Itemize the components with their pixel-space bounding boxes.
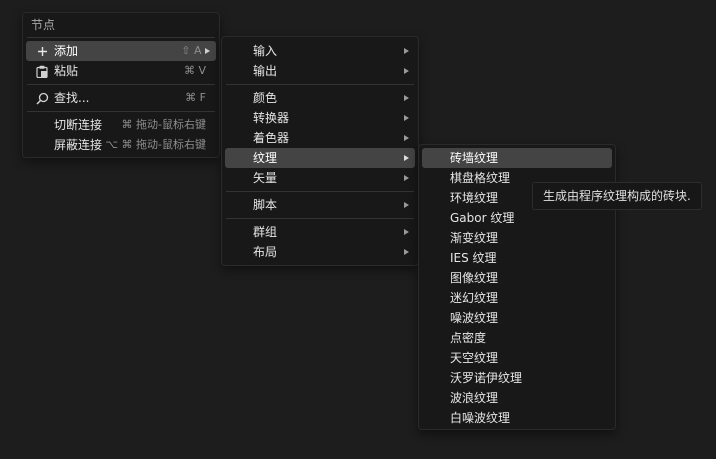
menu-item-converter[interactable]: 转换器 xyxy=(225,108,415,128)
search-icon xyxy=(34,88,50,108)
menu-separator xyxy=(226,84,414,85)
menu-item-label: 棋盘格纹理 xyxy=(450,171,511,185)
menu-item-color[interactable]: 颜色 xyxy=(225,88,415,108)
menu-item-label: 着色器 xyxy=(253,131,290,145)
submenu-arrow-icon xyxy=(404,68,409,74)
menu-separator xyxy=(27,37,215,38)
menu-item-output[interactable]: 输出 xyxy=(225,61,415,81)
menu-item-input[interactable]: 输入 xyxy=(225,41,415,61)
menu-item-image-texture[interactable]: 图像纹理 xyxy=(422,268,612,288)
clipboard-icon xyxy=(34,61,50,81)
menu-title: 节点 xyxy=(31,18,56,32)
submenu-arrow-icon xyxy=(404,175,409,181)
menu-item-voronoi-texture[interactable]: 沃罗诺伊纹理 xyxy=(422,368,612,388)
menu-item-label: 查找... xyxy=(54,91,90,105)
tooltip-text: 生成由程序纹理构成的砖块. xyxy=(543,189,691,203)
menu-item-shader[interactable]: 着色器 xyxy=(225,128,415,148)
menu-item-magic-texture[interactable]: 迷幻纹理 xyxy=(422,288,612,308)
menu-item-cut-links[interactable]: 切断连接 ⌘ 拖动-鼠标右键 xyxy=(26,115,216,135)
menu-item-sky-texture[interactable]: 天空纹理 xyxy=(422,348,612,368)
submenu-arrow-icon xyxy=(404,155,409,161)
submenu-arrow-icon xyxy=(404,135,409,141)
menu-item-script[interactable]: 脚本 xyxy=(225,195,415,215)
menu-item-gabor-texture[interactable]: Gabor 纹理 xyxy=(422,208,612,228)
menu-item-label: 输入 xyxy=(253,44,278,58)
menu-item-mute-links[interactable]: 屏蔽连接 ⌥ ⌘ 拖动-鼠标右键 xyxy=(26,135,216,155)
menu-item-label: 输出 xyxy=(253,64,278,78)
menu-item-gradient-texture[interactable]: 渐变纹理 xyxy=(422,228,612,248)
menu-item-find[interactable]: 查找... ⌘ F xyxy=(26,88,216,108)
submenu-arrow-icon xyxy=(404,115,409,121)
menu-item-label: 粘贴 xyxy=(54,64,79,78)
menu-item-label: 添加 xyxy=(54,44,79,58)
menu-item-label: 纹理 xyxy=(253,151,278,165)
menu-item-label: 砖墙纹理 xyxy=(450,151,499,165)
menu-item-label: 环境纹理 xyxy=(450,191,499,205)
submenu-arrow-icon xyxy=(404,48,409,54)
menu-item-label: 群组 xyxy=(253,225,278,239)
menu-item-layout[interactable]: 布局 xyxy=(225,242,415,262)
menu-item-noise-texture[interactable]: 噪波纹理 xyxy=(422,308,612,328)
shortcut-label: ⌘ 拖动-鼠标右键 xyxy=(121,118,206,131)
plus-icon xyxy=(34,41,50,61)
submenu-arrow-icon xyxy=(404,95,409,101)
menu-item-label: 沃罗诺伊纹理 xyxy=(450,371,523,385)
shortcut-label: ⌥ ⌘ 拖动-鼠标右键 xyxy=(105,138,206,151)
submenu-arrow-icon xyxy=(404,249,409,255)
menu-item-label: 波浪纹理 xyxy=(450,391,499,405)
menu-separator xyxy=(27,111,215,112)
menu-item-paste[interactable]: 粘贴 ⌘ V xyxy=(26,61,216,81)
menu-item-label: 噪波纹理 xyxy=(450,311,499,325)
tooltip: 生成由程序纹理构成的砖块. xyxy=(532,182,702,210)
menu-item-label: IES 纹理 xyxy=(450,251,497,265)
menu-item-label: 转换器 xyxy=(253,111,290,125)
menu-separator xyxy=(27,84,215,85)
menu-item-label: 点密度 xyxy=(450,331,487,345)
menu-item-point-density[interactable]: 点密度 xyxy=(422,328,612,348)
menu-item-vector[interactable]: 矢量 xyxy=(225,168,415,188)
menu-separator xyxy=(226,191,414,192)
menu-item-label: 屏蔽连接 xyxy=(54,138,103,152)
menu-item-label: 白噪波纹理 xyxy=(450,411,511,425)
menu-separator xyxy=(226,218,414,219)
menu-item-label: 迷幻纹理 xyxy=(450,291,499,305)
shortcut-label: ⌘ F xyxy=(185,91,206,104)
menu-item-label: 切断连接 xyxy=(54,118,103,132)
submenu-arrow-icon xyxy=(404,202,409,208)
menu-item-label: 天空纹理 xyxy=(450,351,499,365)
menu-item-label: 布局 xyxy=(253,245,278,259)
menu-item-brick-texture[interactable]: 砖墙纹理 xyxy=(422,148,612,168)
menu-item-label: 渐变纹理 xyxy=(450,231,499,245)
menu-item-white-noise-texture[interactable]: 白噪波纹理 xyxy=(422,408,612,428)
menu-item-wave-texture[interactable]: 波浪纹理 xyxy=(422,388,612,408)
submenu-arrow-icon xyxy=(205,48,210,54)
menu-item-label: Gabor 纹理 xyxy=(450,211,515,225)
menu-item-label: 脚本 xyxy=(253,198,278,212)
menu-item-add[interactable]: 添加 ⇧ A xyxy=(26,41,216,61)
menu-item-label: 颜色 xyxy=(253,91,278,105)
shortcut-label: ⇧ A xyxy=(181,41,210,61)
menu-item-group[interactable]: 群组 xyxy=(225,222,415,242)
menu-item-ies-texture[interactable]: IES 纹理 xyxy=(422,248,612,268)
node-context-menu: 节点 添加 ⇧ A 粘贴 ⌘ V 查找... ⌘ F 切断连接 ⌘ 拖动-鼠标右… xyxy=(22,12,220,158)
add-submenu: 输入 输出 颜色 转换器 着色器 纹理 矢量 脚本 群组 布局 xyxy=(221,36,419,266)
menu-item-label: 矢量 xyxy=(253,171,278,185)
menu-item-label: 图像纹理 xyxy=(450,271,499,285)
submenu-arrow-icon xyxy=(404,229,409,235)
menu-item-texture[interactable]: 纹理 xyxy=(225,148,415,168)
shortcut-label: ⌘ V xyxy=(183,64,206,77)
